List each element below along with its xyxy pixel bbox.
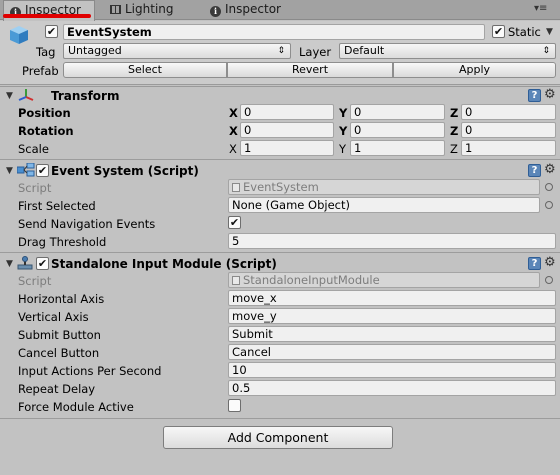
gear-icon[interactable]: ⚙ [544, 88, 556, 101]
gameobject-cube-icon [8, 24, 30, 46]
standalone-script-label: Script [18, 274, 52, 288]
standalone-enabled-checkbox[interactable]: ✔ [36, 257, 49, 270]
script-file-icon [232, 183, 240, 192]
scale-x-input[interactable]: 1 [240, 140, 334, 156]
prefab-select-button[interactable]: Select [63, 62, 227, 78]
transform-axes-icon [18, 88, 34, 102]
active-checkbox[interactable]: ✔ [45, 25, 58, 38]
position-y-input[interactable]: 0 [350, 104, 445, 120]
rotation-x-label[interactable]: X [229, 124, 239, 138]
foldout-arrow-icon[interactable]: ▼ [6, 259, 13, 269]
horizontal-axis-label: Horizontal Axis [18, 292, 105, 306]
rotation-y-input[interactable]: 0 [350, 122, 445, 138]
scale-z-label[interactable]: Z [450, 142, 460, 156]
rotation-y-label[interactable]: Y [339, 124, 349, 138]
send-navigation-checkbox[interactable]: ✔ [228, 216, 241, 229]
layer-label: Layer [299, 45, 332, 59]
joystick-icon [17, 256, 33, 270]
force-module-active-label: Force Module Active [18, 400, 134, 414]
vertical-axis-label: Vertical Axis [18, 310, 89, 324]
help-icon[interactable]: ? [528, 89, 541, 102]
event-system-title: Event System (Script) [51, 164, 199, 178]
gameobject-name-input[interactable]: EventSystem [63, 24, 485, 40]
foldout-arrow-icon[interactable]: ▼ [6, 91, 13, 101]
event-system-icon [16, 162, 35, 177]
repeat-delay-label: Repeat Delay [18, 382, 96, 396]
tag-label: Tag [36, 45, 56, 59]
object-picker-icon[interactable] [545, 183, 553, 191]
static-dropdown-arrow[interactable]: ▼ [546, 27, 553, 37]
position-label: Position [18, 106, 71, 120]
position-x-input[interactable]: 0 [240, 104, 334, 120]
horizontal-axis-input[interactable]: move_x [228, 290, 556, 306]
tab-inspector-2[interactable]: i Inspector [210, 0, 302, 20]
separator [0, 418, 560, 419]
rotation-z-label[interactable]: Z [450, 124, 460, 138]
updown-arrow-icon: ⇕ [542, 46, 550, 56]
object-picker-icon[interactable] [545, 276, 553, 284]
static-label: Static [508, 25, 541, 39]
input-actions-input[interactable]: 10 [228, 362, 556, 378]
lighting-grid-icon [110, 5, 121, 14]
tag-dropdown[interactable]: Untagged ⇕ [63, 43, 291, 59]
event-script-field: EventSystem [228, 179, 540, 195]
position-z-label[interactable]: Z [450, 106, 460, 120]
foldout-arrow-icon[interactable]: ▼ [6, 166, 13, 176]
vertical-axis-input[interactable]: move_y [228, 308, 556, 324]
scale-y-label[interactable]: Y [339, 142, 349, 156]
repeat-delay-input[interactable]: 0.5 [228, 380, 556, 396]
drag-threshold-label: Drag Threshold [18, 235, 107, 249]
submit-button-input[interactable]: Submit [228, 326, 556, 342]
event-system-enabled-checkbox[interactable]: ✔ [36, 164, 49, 177]
rotation-label: Rotation [18, 124, 74, 138]
help-icon[interactable]: ? [528, 164, 541, 177]
script-file-icon [232, 276, 240, 285]
send-navigation-label: Send Navigation Events [18, 217, 156, 231]
prefab-label: Prefab [22, 64, 59, 78]
rotation-x-input[interactable]: 0 [240, 122, 334, 138]
standalone-script-field: StandaloneInputModule [228, 272, 540, 288]
force-module-active-checkbox[interactable] [228, 399, 241, 412]
first-selected-field[interactable]: None (Game Object) [228, 197, 540, 213]
rotation-z-input[interactable]: 0 [461, 122, 556, 138]
info-icon: i [210, 6, 221, 17]
tab-lighting[interactable]: Lighting [110, 0, 200, 20]
static-checkbox[interactable]: ✔ [492, 25, 505, 38]
position-z-input[interactable]: 0 [461, 104, 556, 120]
gear-icon[interactable]: ⚙ [544, 163, 556, 176]
position-x-label[interactable]: X [229, 106, 239, 120]
prefab-revert-button[interactable]: Revert [227, 62, 393, 78]
transform-title: Transform [51, 89, 120, 103]
drag-threshold-input[interactable]: 5 [228, 233, 556, 249]
position-y-label[interactable]: Y [339, 106, 349, 120]
first-selected-label: First Selected [18, 199, 96, 213]
scale-x-label[interactable]: X [229, 142, 239, 156]
gear-icon[interactable]: ⚙ [544, 256, 556, 269]
layer-dropdown[interactable]: Default ⇕ [339, 43, 556, 59]
standalone-title: Standalone Input Module (Script) [51, 257, 277, 271]
object-picker-icon[interactable] [545, 201, 553, 209]
scale-label: Scale [18, 142, 49, 156]
cancel-button-label: Cancel Button [18, 346, 100, 360]
highlight-underline [3, 14, 91, 18]
help-icon[interactable]: ? [528, 257, 541, 270]
add-component-button[interactable]: Add Component [163, 426, 393, 449]
prefab-apply-button[interactable]: Apply [393, 62, 556, 78]
event-script-label: Script [18, 181, 52, 195]
cancel-button-input[interactable]: Cancel [228, 344, 556, 360]
updown-arrow-icon: ⇕ [277, 46, 285, 56]
submit-button-label: Submit Button [18, 328, 101, 342]
panel-menu-icon[interactable]: ▾≡ [534, 3, 547, 14]
scale-z-input[interactable]: 1 [461, 140, 556, 156]
input-actions-label: Input Actions Per Second [18, 364, 162, 378]
scale-y-input[interactable]: 1 [350, 140, 445, 156]
